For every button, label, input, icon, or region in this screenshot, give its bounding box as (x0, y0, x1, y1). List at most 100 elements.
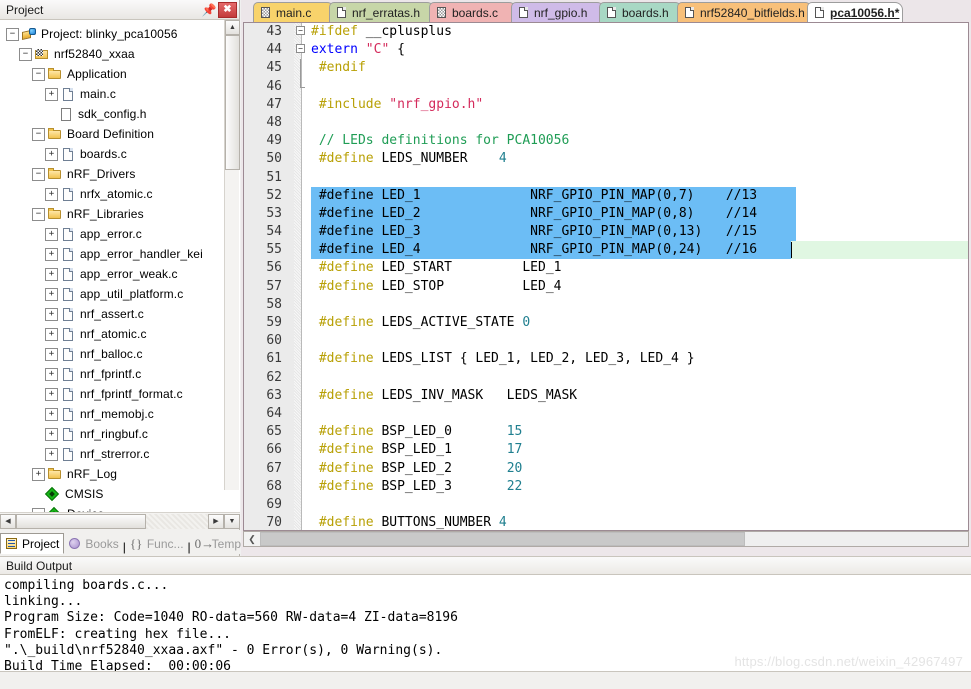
tree-expander-plus-icon[interactable]: + (45, 327, 58, 341)
tree-item-device[interactable]: −Device (0, 504, 240, 512)
code-line-49[interactable]: 49 // LEDs definitions for PCA10056 (244, 132, 968, 150)
code-line-52[interactable]: 52 #define LED_1 NRF_GPIO_PIN_MAP(0,7) /… (244, 186, 968, 205)
code-line-70[interactable]: 70 #define BUTTONS_NUMBER 4 (244, 514, 968, 530)
project-tree[interactable]: − Project: blinky_pca10056− nrf52840_xxaa −… (0, 20, 240, 512)
tree-item-nrfx-atomic-c[interactable]: + nrfx_atomic.c (0, 184, 240, 204)
tree-item-nrf-ringbuf-c[interactable]: + nrf_ringbuf.c (0, 424, 240, 444)
horizontal-scroll-track[interactable] (16, 513, 208, 529)
code-line-51[interactable]: 51 (244, 169, 968, 187)
tree-expander-plus-icon[interactable]: + (32, 467, 45, 481)
build-output-text[interactable]: compiling boards.c... linking... Program… (0, 576, 971, 671)
editor-scroll-thumb[interactable] (260, 532, 745, 546)
tree-item-project-blinky-pca10056[interactable]: − Project: blinky_pca10056 (0, 24, 240, 44)
code-line-55[interactable]: 55 #define LED_4 NRF_GPIO_PIN_MAP(0,24) … (244, 241, 968, 260)
editor-tab-nrf52840-bitfields-h[interactable]: nrf52840_bitfields.h (677, 2, 813, 22)
tree-expander-minus-icon[interactable]: − (32, 127, 45, 141)
tree-expander-minus-icon[interactable]: − (32, 207, 45, 221)
tree-item-nrf-fprintf-c[interactable]: + nrf_fprintf.c (0, 364, 240, 384)
tree-item-nrf-memobj-c[interactable]: + nrf_memobj.c (0, 404, 240, 424)
tree-expander-plus-icon[interactable]: + (45, 407, 58, 421)
tree-item-nrf-balloc-c[interactable]: + nrf_balloc.c (0, 344, 240, 364)
horizontal-scroll-thumb[interactable] (16, 513, 146, 529)
tree-item-nrf-atomic-c[interactable]: + nrf_atomic.c (0, 324, 240, 344)
tree-item-nrf-strerror-c[interactable]: + nrf_strerror.c (0, 444, 240, 464)
fold-collapse-icon[interactable]: − (296, 26, 305, 35)
tree-expander-plus-icon[interactable]: + (45, 387, 58, 401)
panel-tab-project[interactable]: Project (0, 533, 65, 554)
code-line-53[interactable]: 53 #define LED_2 NRF_GPIO_PIN_MAP(0,8) /… (244, 204, 968, 224)
code-line-61[interactable]: 61 #define LEDS_LIST { LED_1, LED_2, LED… (244, 350, 968, 368)
tree-expander-minus-icon[interactable]: − (32, 67, 45, 81)
editor-scroll-left-icon[interactable]: ❮ (244, 532, 260, 546)
tree-item-nrf-assert-c[interactable]: + nrf_assert.c (0, 304, 240, 324)
scroll-dropdown-icon[interactable]: ▼ (224, 513, 240, 529)
code-line-56[interactable]: 56 #define LED_START LED_1 (244, 259, 968, 277)
code-line-45[interactable]: 45 #endif (244, 59, 968, 78)
tree-item-app-error-c[interactable]: + app_error.c (0, 224, 240, 244)
editor-scroll-track[interactable] (260, 532, 968, 546)
tree-expander-plus-icon[interactable]: + (45, 307, 58, 321)
editor-tab-pca10056-h[interactable]: pca10056.h* (807, 2, 903, 22)
tree-item-app-error-handler-kei[interactable]: + app_error_handler_kei (0, 244, 240, 264)
fold-collapse-icon[interactable]: − (296, 44, 305, 54)
tree-expander-plus-icon[interactable]: + (45, 427, 58, 441)
code-line-47[interactable]: 47 #include "nrf_gpio.h" (244, 96, 968, 114)
tree-item-nrf-drivers[interactable]: − nRF_Drivers (0, 164, 240, 184)
close-icon[interactable]: ✖ (218, 1, 237, 18)
code-line-44[interactable]: 44 − extern "C" { (244, 41, 968, 59)
code-editor[interactable]: 43− #ifdef __cplusplus 44− extern "C" {45 #… (243, 22, 969, 531)
code-line-57[interactable]: 57 #define LED_STOP LED_4 (244, 278, 968, 296)
scroll-right-arrow-icon[interactable]: ▶ (208, 513, 224, 529)
tree-item-application[interactable]: − Application (0, 64, 240, 84)
tree-item-board-definition[interactable]: − Board Definition (0, 124, 240, 144)
code-line-68[interactable]: 68 #define BSP_LED_3 22 (244, 478, 968, 496)
tree-item-boards-c[interactable]: + boards.c (0, 144, 240, 164)
editor-tab-boards-c[interactable]: boards.c (429, 2, 517, 22)
editor-tab-nrf-erratas-h[interactable]: nrf_erratas.h (329, 2, 435, 22)
editor-tab-main-c[interactable]: main.c (253, 2, 335, 22)
tree-expander-plus-icon[interactable]: + (45, 247, 58, 261)
code-line-65[interactable]: 65 #define BSP_LED_0 15 (244, 423, 968, 441)
pin-icon[interactable]: 📌 (200, 1, 218, 18)
editor-tab-boards-h[interactable]: boards.h (599, 2, 683, 22)
tree-expander-plus-icon[interactable]: + (45, 187, 58, 201)
tree-expander-minus-icon[interactable]: − (19, 47, 32, 61)
tree-expander-minus-icon[interactable]: − (6, 27, 19, 41)
project-tree-vertical-scrollbar[interactable]: ▲ (224, 20, 240, 490)
fold-marker[interactable]: − (296, 23, 308, 41)
editor-horizontal-scrollbar[interactable]: ❮ (243, 531, 969, 547)
tree-expander-plus-icon[interactable]: + (45, 147, 58, 161)
tree-expander-plus-icon[interactable]: + (45, 227, 58, 241)
tree-item-sdk-config-h[interactable]: sdk_config.h (0, 104, 240, 124)
tree-expander-plus-icon[interactable]: + (45, 87, 58, 101)
tree-item-nrf52840-xxaa[interactable]: − nrf52840_xxaa (0, 44, 240, 64)
fold-marker[interactable] (296, 77, 308, 96)
vertical-scroll-thumb[interactable] (225, 35, 240, 170)
tree-expander-plus-icon[interactable]: + (45, 447, 58, 461)
tree-item-main-c[interactable]: + main.c (0, 84, 240, 104)
tree-item-nrf-log[interactable]: + nRF_Log (0, 464, 240, 484)
code-line-60[interactable]: 60 (244, 332, 968, 350)
code-line-67[interactable]: 67 #define BSP_LED_2 20 (244, 460, 968, 478)
panel-tab-books[interactable]: Books (64, 533, 122, 554)
tree-item-nrf-fprintf-format-c[interactable]: + nrf_fprintf_format.c (0, 384, 240, 404)
code-line-59[interactable]: 59 #define LEDS_ACTIVE_STATE 0 (244, 314, 968, 332)
tree-expander-plus-icon[interactable]: + (45, 267, 58, 281)
project-tree-horizontal-scrollbar[interactable]: ◀ ▶ ▼ (0, 512, 240, 529)
code-line-66[interactable]: 66 #define BSP_LED_1 17 (244, 441, 968, 459)
panel-tab-func[interactable]: {} Func... (126, 533, 188, 554)
tree-item-cmsis[interactable]: CMSIS (0, 484, 240, 504)
scroll-left-arrow-icon[interactable]: ◀ (0, 513, 16, 529)
code-lines[interactable]: 43− #ifdef __cplusplus 44− extern "C" {45 #… (244, 23, 968, 530)
code-line-64[interactable]: 64 (244, 405, 968, 423)
code-line-46[interactable]: 46 (244, 77, 968, 96)
tree-expander-plus-icon[interactable]: + (45, 367, 58, 381)
tree-item-app-error-weak-c[interactable]: + app_error_weak.c (0, 264, 240, 284)
editor-tab-nrf-gpio-h[interactable]: nrf_gpio.h (511, 2, 605, 22)
tree-expander-minus-icon[interactable]: − (32, 167, 45, 181)
code-line-43[interactable]: 43 − #ifdef __cplusplus (244, 23, 968, 41)
fold-marker[interactable] (296, 59, 308, 78)
tree-item-nrf-libraries[interactable]: − nRF_Libraries (0, 204, 240, 224)
scroll-up-arrow-icon[interactable]: ▲ (225, 20, 240, 35)
tree-expander-plus-icon[interactable]: + (45, 287, 58, 301)
